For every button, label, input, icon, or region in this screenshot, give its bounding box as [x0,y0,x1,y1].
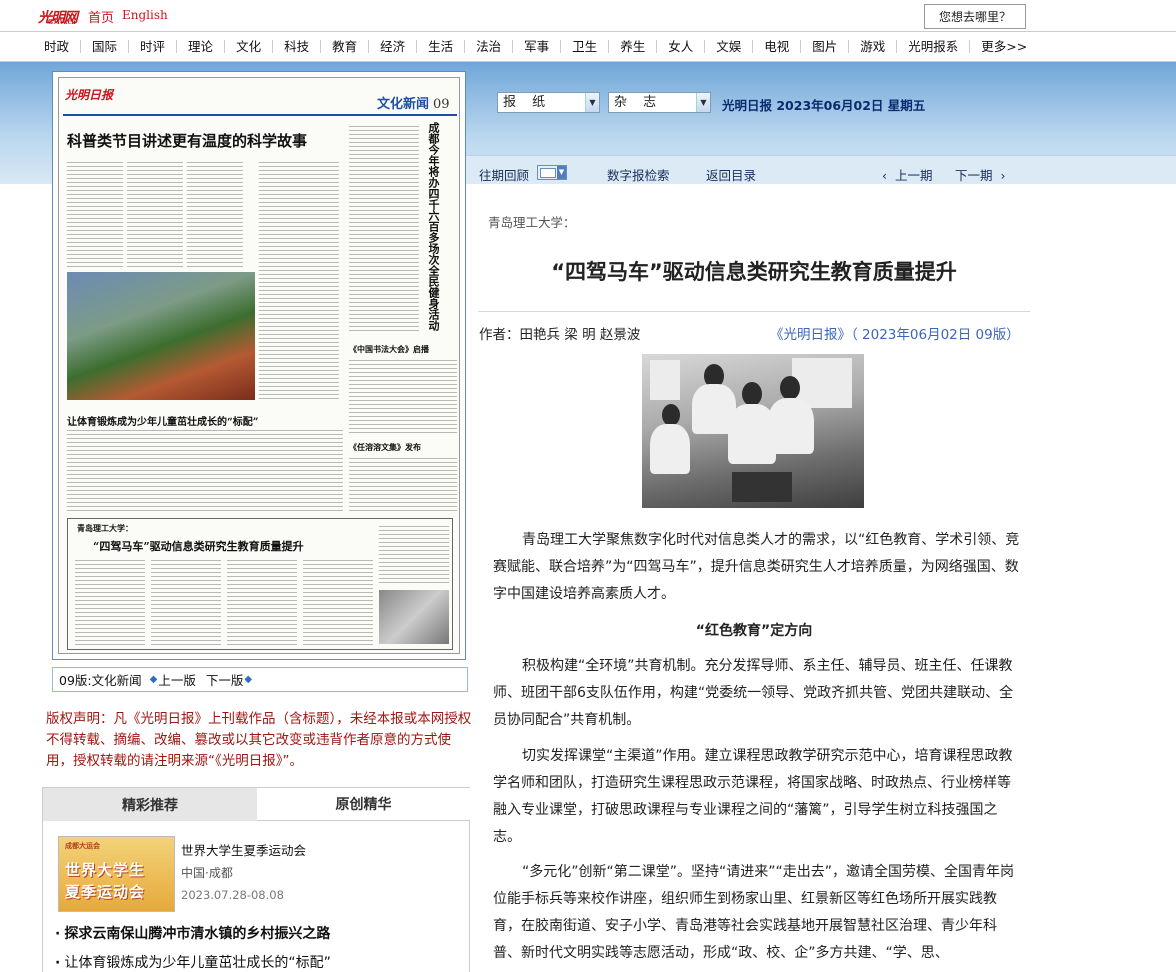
text-column [151,558,221,646]
next-issue-link[interactable]: 下一期 › [955,165,1005,184]
newspaper-headline[interactable]: “四驾马车”驱动信息类研究生教育质量提升 [93,538,304,554]
main-nav: 时政 国际 时评 理论 文化 科技 教育 经济 生活 法治 军事 卫生 养生 女人 文娱 电视 图片 游戏 光明报系… [0,31,1176,62]
list-item[interactable]: · 让体育锻炼成为少年儿童茁壮成长的“标配” [55,952,331,972]
newspaper-side-headline[interactable]: 《中国书法大会》启播 [349,344,429,355]
text-column [303,558,373,646]
divider [478,311,1030,312]
chevron-right-icon: › [1000,168,1006,183]
text-column [349,358,457,436]
nav-item[interactable]: 养生 [609,40,658,53]
nav-item[interactable]: 法治 [465,40,514,53]
newspaper-vertical-headline[interactable]: 成都今年将办四千六百多场次全民健身活动 [423,122,440,331]
newspaper-photo [379,590,449,644]
feature-image[interactable]: 成都大运会 世界大学生 夏季运动会 [58,836,175,912]
feature-location: 中国·成都 [181,866,233,880]
nav-item[interactable]: 游戏 [849,40,898,53]
nav-item[interactable]: 图片 [801,40,850,53]
newspaper-page-frame: 光明日报 文化新闻 09 科普类节目讲述更有温度的科学故事 成都今年将办四千六百多… [52,71,466,660]
feature-title[interactable]: 世界大学生夏季运动会 [181,840,306,859]
nav-item[interactable]: 生活 [417,40,466,53]
newspaper-headline: 青岛理工大学： [77,523,133,533]
article-paragraph: “多元化”创新“第二课堂”。坚持“请进来”“走出去”，邀请全国劳模、全国青年岗位… [493,864,1015,961]
newspaper-masthead: 光明日报 [65,88,114,102]
newspaper-headline[interactable]: 科普类节目讲述更有温度的科学故事 [67,130,307,151]
nav-item[interactable]: 时评 [129,40,178,53]
toolbar-band [464,155,1176,184]
prev-issue-link[interactable]: ‹ 上一期 [882,165,932,184]
nav-item[interactable]: 更多>> [970,40,1038,53]
article-paragraph: 切实发挥课堂“主渠道”作用。建立课程思政教学研究示范中心，培育课程思政教学名师和… [493,748,1013,845]
text-column [349,456,457,512]
home-link[interactable]: 首页 [88,7,114,26]
newspaper-page-image[interactable]: 光明日报 文化新闻 09 科普类节目讲述更有温度的科学故事 成都今年将办四千六百多… [58,77,460,654]
text-column [75,558,145,646]
english-link[interactable]: English [122,8,168,22]
prev-page-link[interactable]: 上一版 [158,670,196,689]
text-column [349,124,419,334]
newspaper-side-headline[interactable]: 《任溶溶文集》发布 [349,442,421,453]
text-column [379,524,449,586]
text-column [127,160,183,270]
nav-item[interactable]: 女人 [657,40,706,53]
tab-featured[interactable]: 精彩推荐 [43,788,257,821]
publication-date: 光明日报 2023年06月02日 星期五 [722,98,926,113]
text-column [227,558,297,646]
arrow-right-icon: ◆ [244,674,253,685]
nav-item[interactable]: 国际 [81,40,130,53]
calendar-icon [540,168,556,178]
article-source: 《光明日报》（ 2023年06月02日 09版） [770,327,1020,343]
chevron-down-icon: ▼ [585,93,599,112]
nav-item[interactable]: 电视 [753,40,802,53]
nav-item[interactable]: 教育 [321,40,370,53]
newspaper-select[interactable]: 报 纸 ▼ [497,92,600,113]
chevron-left-icon: ‹ [882,168,887,183]
article-paragraph: 积极构建“全环境”共育机制。充分发挥导师、系主任、辅导员、班主任、任课教师、班团… [493,658,1014,728]
tab-original[interactable]: 原创精华 [257,788,470,821]
article-subtitle: 青岛理工大学： [488,215,576,230]
nav-item[interactable]: 军事 [513,40,562,53]
article-section-heading: “红色教育”定方向 [695,623,813,639]
page-navigation-bar: 09版:文化新闻 ◆ 上一版 下一版 ◆ [52,667,468,692]
nav-item[interactable]: 卫生 [561,40,610,53]
back-issues-dropdown[interactable]: ▼ [537,165,567,180]
newspaper-photo [67,272,255,400]
nav-item[interactable]: 文娱 [705,40,754,53]
recommend-panel: 精彩推荐 原创精华 成都大运会 世界大学生 夏季运动会 世界大学生夏季运动会 中… [42,787,470,972]
divider [63,114,457,116]
nav-item[interactable]: 经济 [369,40,418,53]
text-column [259,160,339,400]
list-item[interactable]: · 探求云南保山腾冲市清水镇的乡村振兴之路 [55,923,330,943]
copyright-notice: 版权声明：凡《光明日报》上刊载作品（含标题），未经本报或本网授权不得转载、摘编、… [46,711,472,769]
magazine-select[interactable]: 杂 志 ▼ [608,92,711,113]
text-column [187,160,243,270]
back-issues-link[interactable]: 往期回顾 [479,165,529,184]
digital-search-link[interactable]: 数字报检索 [607,165,670,184]
nav-item[interactable]: 理论 [177,40,226,53]
chevron-down-icon: ▼ [557,166,566,179]
top-bar: 光明网 GMW.cn 首页 English 您想去哪里？ [0,0,1176,32]
nav-item[interactable]: 文化 [225,40,274,53]
feature-date: 2023.07.28-08.08 [181,888,284,902]
text-column [67,428,343,512]
nav-item[interactable]: 科技 [273,40,322,53]
article-photo [642,354,864,508]
article-title: “四驾马车”驱动信息类研究生教育质量提升 [551,260,957,284]
arrow-left-icon: ◆ [149,674,158,685]
article-author: 作者：田艳兵 梁 明 赵景波 [479,327,641,343]
nav-item[interactable]: 时政 [33,40,82,53]
site-logo[interactable]: 光明网 GMW.cn [38,7,78,27]
text-column [67,160,123,270]
article-paragraph: 青岛理工大学聚焦数字化时代对信息类人才的需求，以“红色教育、学术引领、竞赛赋能、… [493,532,1020,602]
newspaper-headline[interactable]: 让体育锻炼成为少年儿童茁壮成长的“标配” [67,413,259,428]
back-to-toc-link[interactable]: 返回目录 [706,165,756,184]
next-page-link[interactable]: 下一版 [206,670,244,689]
current-page-label: 09版:文化新闻 [59,673,142,688]
chevron-down-icon: ▼ [696,93,710,112]
where-to-go-button[interactable]: 您想去哪里？ [924,4,1026,29]
newspaper-section: 文化新闻 09 [377,97,450,112]
nav-item[interactable]: 光明报系 [897,40,971,53]
